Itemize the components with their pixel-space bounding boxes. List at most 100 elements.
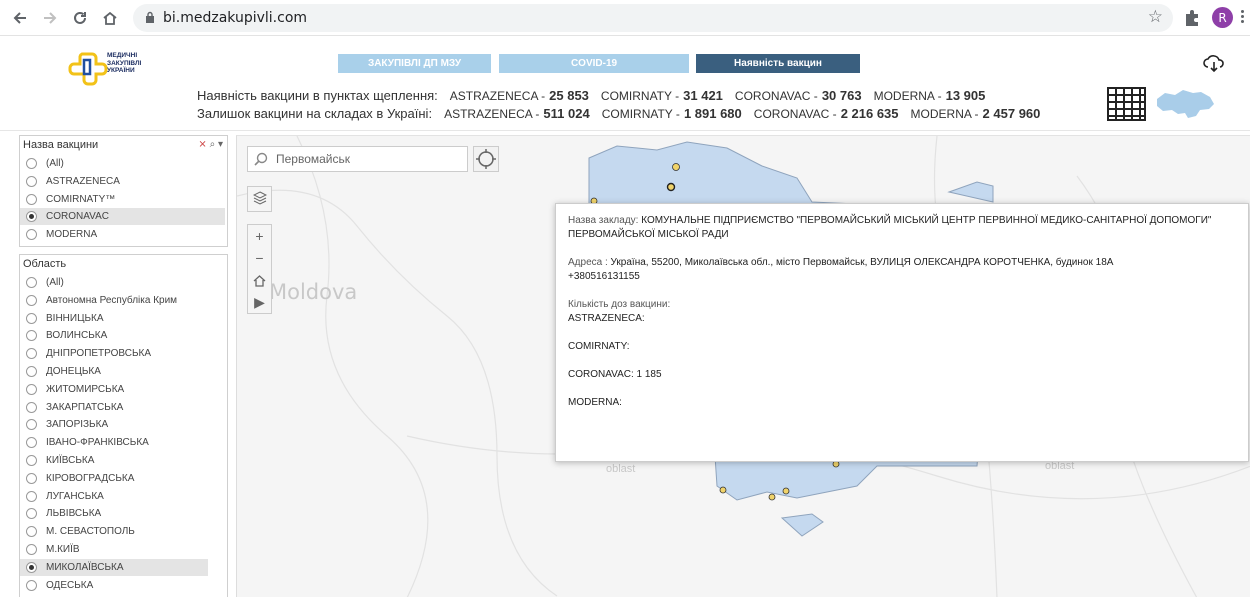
tab-covid[interactable]: COVID-19 [499,54,689,73]
address-bar[interactable]: bi.medzakupivli.com ☆ [133,4,1173,32]
vaccine-name: COMIRNATY - [600,89,680,103]
table-view-icon[interactable] [1107,87,1146,121]
option-label: ЗАПОРІЗЬКА [46,419,109,431]
oblast-option[interactable]: ЗАПОРІЗЬКА [20,416,227,433]
dose-row: ASTRAZENECA: [568,312,1236,326]
oblast-option[interactable]: ДНІПРОПЕТРОВСЬКА [20,345,227,362]
oblast-option[interactable]: ЛЬВІВСЬКА [20,505,227,522]
vaccine-count: 2 457 960 [982,106,1041,121]
radio-button[interactable] [26,277,37,288]
radio-button[interactable] [26,544,37,555]
option-label: (All) [46,158,64,169]
back-icon[interactable] [10,8,30,28]
radio-button[interactable] [26,312,37,324]
radio-button[interactable] [26,229,37,240]
oblast-option[interactable]: ЛУГАНСЬКА [20,488,227,505]
extensions-puzzle-icon[interactable] [1182,8,1202,28]
radio-button[interactable] [26,508,37,520]
oblast-option[interactable]: ЖИТОМИРСЬКА [20,381,227,398]
radio-button-checked[interactable] [26,561,37,573]
facility-tooltip: Назва закладу: КОМУНАЛЬНЕ ПІДПРИЄМСТВО "… [555,203,1249,462]
reload-icon[interactable] [70,8,90,28]
vaccine-name: COMIRNATY - [601,107,680,121]
radio-button[interactable] [26,490,37,502]
facility-marker [768,493,776,501]
oblast-option[interactable]: ІВАНО-ФРАНКІВСЬКА [20,434,227,451]
zoom-out-icon[interactable]: − [248,247,271,269]
radio-button[interactable] [26,526,37,538]
vaccine-option[interactable]: ASTRAZENECA [20,173,227,190]
oblast-option[interactable]: КИЇВСЬКА [20,452,227,469]
vaccine-count: 13 905 [945,88,986,103]
oblast-option[interactable]: ВІННИЦЬКА [20,310,227,327]
radio-button[interactable] [26,419,37,431]
option-label: COMIRNATY™ [46,194,116,205]
oblast-option[interactable]: (All) [20,274,227,291]
region-shape [947,181,994,203]
vaccine-count: 31 421 [683,88,723,103]
cloud-download-icon[interactable] [1203,53,1225,73]
radio-button[interactable] [26,194,37,205]
zoom-controls: + − ▶ [247,224,272,314]
option-label: КІРОВОГРАДСЬКА [46,472,135,484]
map-search-box[interactable] [247,146,468,172]
vaccine-option[interactable]: COMIRNATY™ [20,191,227,208]
clear-filter-icon[interactable]: ⨯ [198,139,206,150]
radio-button[interactable] [26,472,37,484]
browser-menu-icon[interactable] [1241,10,1245,26]
tab-zakupivli[interactable]: ЗАКУПІВЛІ ДП МЗУ [338,54,491,73]
search-icon [254,152,268,166]
vaccine-option[interactable]: MODERNA [20,226,227,243]
forward-icon[interactable] [40,8,60,28]
radio-button[interactable] [26,176,37,187]
oblast-option[interactable]: ЗАКАРПАТСЬКА [20,399,227,416]
radio-button[interactable] [26,401,37,413]
option-label: Автономна Республіка Крим [46,294,178,306]
option-label: КИЇВСЬКА [46,455,95,466]
layers-icon[interactable] [248,187,271,209]
oblast-option[interactable]: ВОЛИНСЬКА [20,327,227,344]
profile-avatar[interactable]: R [1212,7,1233,28]
radio-button[interactable] [26,348,37,360]
option-label: ДНІПРОПЕТРОВСЬКА [46,348,151,360]
vaccine-option-selected[interactable]: CORONAVAC [20,208,225,225]
play-icon[interactable]: ▶ [248,291,271,313]
oblast-option[interactable]: ОДЕСЬКА [20,577,227,594]
zoom-in-icon[interactable]: + [248,225,271,247]
radio-button[interactable] [26,294,37,306]
map-search-input[interactable] [276,150,461,168]
tab-vaccine-availability[interactable]: Наявність вакцин [696,54,860,73]
radio-button[interactable] [26,437,37,449]
radio-button[interactable] [26,366,37,377]
home-extent-icon[interactable] [248,269,271,291]
locate-button[interactable] [473,146,499,172]
oblast-option[interactable]: М.КИЇВ [20,541,227,558]
oblast-option[interactable]: ДОНЕЦЬКА [20,363,227,380]
header-divider [0,130,1250,131]
oblast-option[interactable]: КІРОВОГРАДСЬКА [20,470,227,487]
radio-button[interactable] [26,330,37,342]
oblast-option-selected[interactable]: МИКОЛАЇВСЬКА [20,558,208,576]
vaccine-name: ASTRAZENECA - [449,89,546,103]
dropdown-icon[interactable]: ▾ [218,139,223,150]
address-label: Адреса : [568,257,608,268]
home-icon[interactable] [100,8,120,28]
stats-label: Залишок вакцини на складах в Україні: [197,106,433,121]
dose-row: COMIRNATY: [568,340,1236,354]
vaccine-count: 30 763 [821,88,862,103]
map-view[interactable]: Moldova oblast oblast + − ▶ Назва заклад… [236,135,1250,597]
search-filter-icon[interactable]: ⌕ [210,139,216,150]
radio-button-checked[interactable] [26,211,37,222]
layers-control[interactable] [247,186,272,212]
radio-button[interactable] [26,455,37,466]
radio-button[interactable] [26,579,37,591]
ukraine-map-view-icon[interactable] [1153,85,1216,123]
oblast-option[interactable]: Автономна Республіка Крим [20,292,227,309]
bookmark-star-icon[interactable]: ☆ [1148,7,1163,27]
radio-button[interactable] [26,383,37,395]
radio-button[interactable] [26,158,37,169]
option-label: ДОНЕЦЬКА [46,366,101,377]
vaccine-option[interactable]: (All) [20,155,227,172]
facility-name-label: Назва закладу: [568,215,639,226]
oblast-option[interactable]: М. СЕВАСТОПОЛЬ [20,523,227,540]
